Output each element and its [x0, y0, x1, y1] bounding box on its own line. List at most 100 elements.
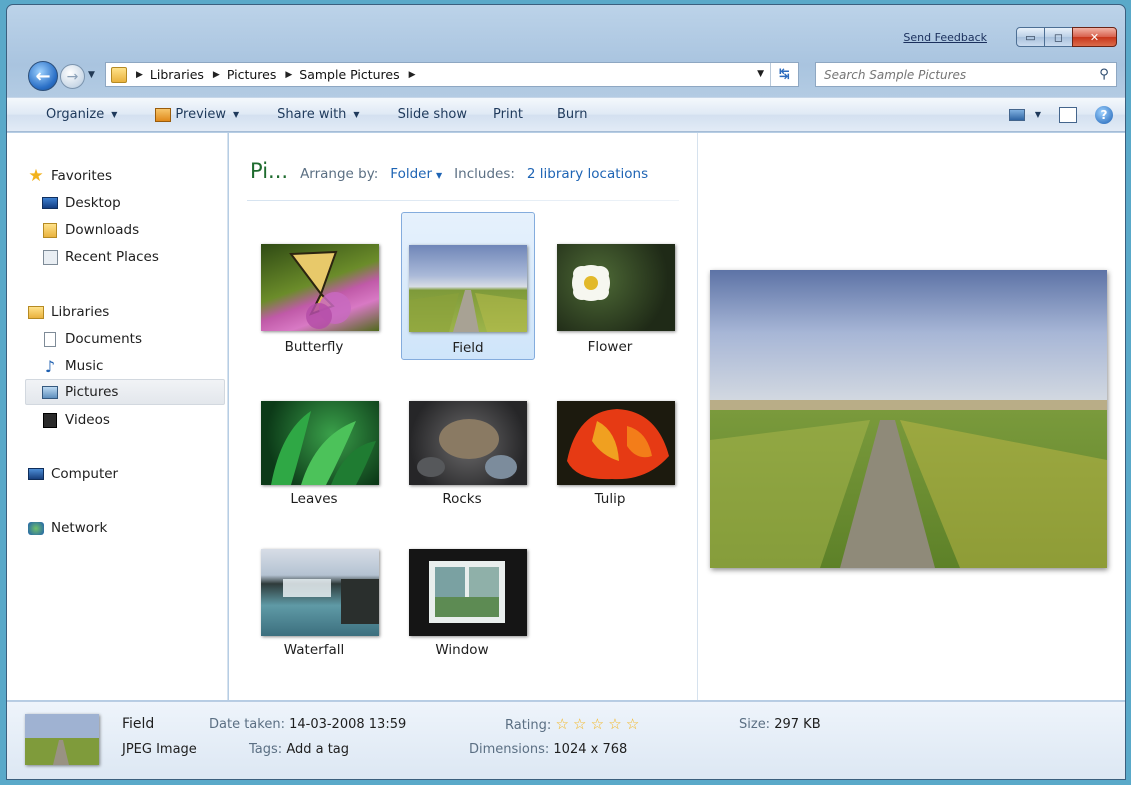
sidebar-item-recent-places[interactable]: Recent Places: [41, 244, 159, 270]
preview-pane-toggle-icon[interactable]: [1059, 106, 1077, 123]
tulip-svg: [567, 409, 669, 480]
help-icon[interactable]: ?: [1095, 105, 1113, 124]
thumbnail-window[interactable]: Window: [395, 511, 529, 659]
chevron-right-icon[interactable]: ▶: [409, 70, 416, 80]
thumbnail-waterfall[interactable]: Waterfall: [247, 511, 381, 659]
preview-label: Preview: [175, 107, 227, 122]
search-box[interactable]: ⚲: [815, 62, 1117, 87]
thumbnail-label: Butterfly: [284, 339, 344, 355]
chevron-right-icon[interactable]: ▶: [136, 70, 143, 80]
details-pane: Field JPEG Image Date taken: 14-03-2008 …: [7, 701, 1125, 779]
field-svg: [409, 290, 527, 332]
chevron-down-icon: ▼: [111, 110, 118, 119]
thumbnail-field[interactable]: Field: [401, 212, 535, 360]
breadcrumb-libraries[interactable]: Libraries: [150, 67, 204, 82]
thumbnail-leaves[interactable]: Leaves: [247, 363, 381, 511]
send-feedback-link[interactable]: Send Feedback: [903, 31, 987, 44]
waterfall-image: [261, 549, 379, 636]
videos-icon: [41, 412, 59, 428]
sidebar-item-label: Recent Places: [65, 249, 159, 265]
sidebar-item-documents[interactable]: Documents: [41, 326, 142, 352]
rating-star-5-icon[interactable]: ☆: [626, 715, 639, 733]
refresh-button[interactable]: ↹: [770, 63, 798, 86]
arrange-by-dropdown[interactable]: Folder ▼: [390, 166, 442, 182]
tags-value[interactable]: Add a tag: [286, 742, 349, 757]
sidebar-item-videos[interactable]: Videos: [41, 407, 110, 433]
chevron-down-icon: ▼: [1034, 110, 1041, 119]
minimize-button[interactable]: ▭: [1016, 27, 1045, 47]
thumbnail-tulip[interactable]: Tulip: [543, 363, 677, 511]
pictures-icon: [41, 384, 59, 400]
rating-label: Rating:: [505, 718, 552, 733]
date-taken-field: Date taken: 14-03-2008 13:59: [209, 717, 406, 732]
arrange-by-label: Arrange by:: [300, 166, 379, 182]
size-label: Size:: [739, 717, 771, 732]
leaves-image: [261, 401, 379, 485]
forward-button[interactable]: →: [60, 64, 85, 89]
butterfly-image: [261, 244, 379, 331]
close-button[interactable]: ✕: [1072, 27, 1117, 47]
search-input[interactable]: [816, 63, 1092, 86]
rating-star-2-icon[interactable]: ☆: [573, 715, 586, 733]
details-thumbnail: [25, 714, 99, 765]
tags-label: Tags:: [249, 742, 283, 757]
sidebar-item-label: Desktop: [65, 195, 121, 211]
slide-show-label: Slide show: [397, 107, 468, 122]
organize-button[interactable]: Organize ▼: [7, 98, 129, 131]
burn-button[interactable]: Burn: [535, 98, 600, 131]
share-with-label: Share with: [277, 107, 347, 122]
address-bar[interactable]: ▶ Libraries ▶ Pictures ▶ Sample Pictures…: [105, 62, 799, 87]
thumbnail-butterfly[interactable]: Butterfly: [247, 213, 381, 361]
thumbnail-label: Window: [435, 642, 489, 658]
sidebar-item-computer[interactable]: Computer: [27, 461, 118, 487]
leaves-svg: [271, 411, 376, 485]
sidebar-item-desktop[interactable]: Desktop: [41, 190, 121, 216]
library-locations-link[interactable]: 2 library locations: [527, 166, 648, 182]
file-list-pane: Pi... Arrange by: Folder ▼ Includes: 2 li…: [229, 133, 697, 700]
chevron-right-icon[interactable]: ▶: [285, 70, 292, 80]
thumbnail-flower[interactable]: Flower: [543, 213, 677, 361]
address-history-dropdown[interactable]: ▼: [757, 69, 764, 79]
back-button[interactable]: ←: [28, 61, 58, 91]
chevron-right-icon[interactable]: ▶: [213, 70, 220, 80]
details-file-name: Field: [122, 716, 155, 732]
sidebar-item-favorites[interactable]: ★ Favorites: [27, 163, 112, 189]
downloads-folder-icon: [41, 222, 59, 238]
back-arrow-icon: ←: [35, 65, 51, 87]
rating-star-4-icon[interactable]: ☆: [608, 715, 621, 733]
sidebar-item-label: Favorites: [51, 168, 112, 184]
slide-show-button[interactable]: Slide show: [372, 98, 479, 131]
thumbnail-label: Leaves: [290, 491, 338, 507]
print-button[interactable]: Print: [479, 98, 535, 131]
recent-pages-dropdown[interactable]: ▼: [88, 70, 95, 80]
breadcrumb-pictures[interactable]: Pictures: [227, 67, 277, 82]
sidebar-item-downloads[interactable]: Downloads: [41, 217, 139, 243]
flower-svg: [572, 265, 610, 301]
share-with-button[interactable]: Share with ▼: [251, 98, 371, 131]
sidebar-item-music[interactable]: ♪ Music: [41, 353, 104, 379]
sidebar-item-network[interactable]: Network: [27, 515, 107, 541]
thumbnail-rocks[interactable]: Rocks: [395, 363, 529, 511]
change-view-button[interactable]: ▼: [1008, 108, 1041, 121]
folder-icon: [111, 66, 127, 83]
preview-button[interactable]: Preview ▼: [129, 98, 251, 131]
maximize-button[interactable]: ◻: [1044, 27, 1073, 47]
computer-icon: [27, 466, 45, 482]
rating-star-1-icon[interactable]: ☆: [555, 715, 568, 733]
sidebar-item-pictures[interactable]: Pictures: [25, 379, 225, 405]
dimensions-value: 1024 x 768: [553, 742, 628, 757]
breadcrumb-sample-pictures[interactable]: Sample Pictures: [299, 67, 399, 82]
tags-field: Tags: Add a tag: [249, 742, 349, 757]
size-field: Size: 297 KB: [739, 717, 821, 732]
date-taken-value[interactable]: 14-03-2008 13:59: [289, 717, 406, 732]
music-note-icon: ♪: [44, 356, 56, 376]
thumbnail-label: Field: [452, 340, 484, 356]
rocks-svg: [417, 419, 517, 479]
sidebar-item-libraries[interactable]: Libraries: [27, 299, 109, 325]
search-icon[interactable]: ⚲: [1092, 67, 1116, 82]
thumbnail-label: Waterfall: [283, 642, 345, 658]
dimensions-label: Dimensions:: [469, 742, 550, 757]
date-taken-label: Date taken:: [209, 717, 285, 732]
rating-star-3-icon[interactable]: ☆: [591, 715, 604, 733]
preview-image-field: [710, 270, 1107, 568]
